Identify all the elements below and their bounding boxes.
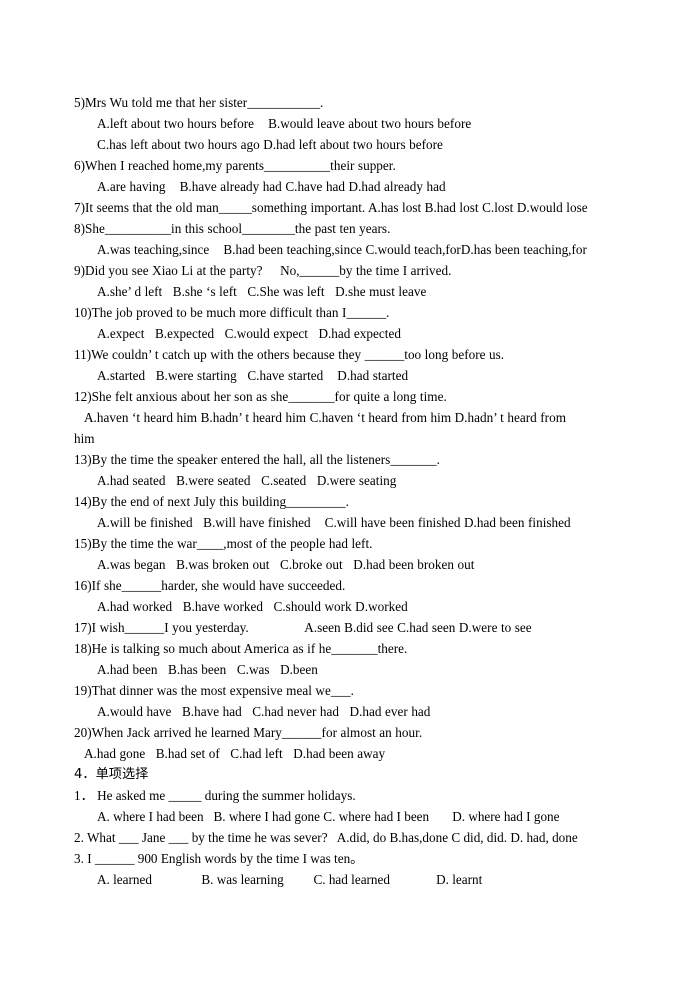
document-page: 5)Mrs Wu told me that her sister________…	[0, 0, 696, 983]
question-options: A.had gone B.had set of C.had left D.had…	[84, 746, 386, 761]
question-stem: 12)She felt anxious about her son as she…	[74, 389, 447, 404]
question-stem: 16)If she______harder, she would have su…	[74, 578, 346, 593]
question-options: A.had been B.has been C.was D.been	[97, 662, 318, 677]
question-stem: 8)She__________in this school________the…	[74, 221, 391, 236]
question-options: A.expect B.expected C.would expect D.had…	[97, 326, 401, 341]
question-stem: 18)He is talking so much about America a…	[74, 641, 408, 656]
question-stem: 19)That dinner was the most expensive me…	[74, 683, 354, 698]
section-heading: 4．单项选择	[74, 767, 149, 782]
section-question-options: A. learned B. was learning C. had learne…	[97, 872, 483, 887]
question-stem: 14)By the end of next July this building…	[74, 494, 349, 509]
question-stem: 9)Did you see Xiao Li at the party? No,_…	[74, 263, 452, 278]
question-options: A.had seated B.were seated C.seated D.we…	[97, 473, 397, 488]
question-options: A.she’ d left B.she ‘s left C.She was le…	[97, 284, 427, 299]
question-options: A.will be finished B.will have finished …	[97, 515, 571, 530]
question-options: A.haven ‘t heard him B.hadn’ t heard him…	[84, 410, 566, 425]
question-stem: 10)The job proved to be much more diffic…	[74, 305, 390, 320]
section-question-options: A. where I had been B. where I had gone …	[97, 809, 560, 824]
question-options: A.left about two hours before B.would le…	[97, 116, 472, 131]
question-stem: 20)When Jack arrived he learned Mary____…	[74, 725, 423, 740]
worksheet-content: 5)Mrs Wu told me that her sister________…	[74, 92, 626, 890]
section-question-stem: 3. I ______ 900 English words by the tim…	[74, 851, 364, 866]
question-stem: 11)We couldn’ t catch up with the others…	[74, 347, 505, 362]
question-options: A.would have B.have had C.had never had …	[97, 704, 431, 719]
question-stem: 5)Mrs Wu told me that her sister________…	[74, 95, 324, 110]
section-question-stem: 1． He asked me _____ during the summer h…	[74, 788, 356, 803]
question-options: C.has left about two hours ago D.had lef…	[97, 137, 443, 152]
section-question-stem: 2. What ___ Jane ___ by the time he was …	[74, 830, 578, 845]
question-stem: 15)By the time the war____,most of the p…	[74, 536, 373, 551]
question-stem: 13)By the time the speaker entered the h…	[74, 452, 440, 467]
question-options: A.was began B.was broken out C.broke out…	[97, 557, 475, 572]
question-options: A.was teaching,since B.had been teaching…	[97, 242, 587, 257]
question-options: A.started B.were starting C.have started…	[97, 368, 409, 383]
question-stem: 7)It seems that the old man_____somethin…	[74, 200, 588, 215]
question-options: A.are having B.have already had C.have h…	[97, 179, 446, 194]
question-options: A.had worked B.have worked C.should work…	[97, 599, 408, 614]
question-stem: 17)I wish______I you yesterday. A.seen B…	[74, 620, 532, 635]
question-stem: 6)When I reached home,my parents________…	[74, 158, 396, 173]
question-options-continued: him	[74, 431, 95, 446]
